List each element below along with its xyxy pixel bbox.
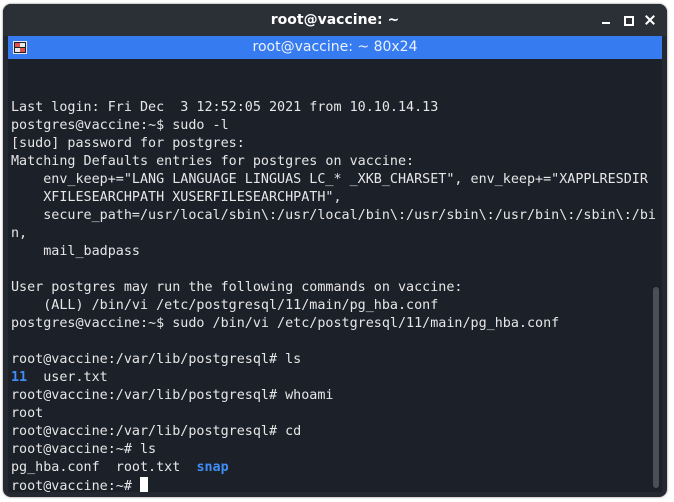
terminal-line: mail_badpass [11,243,656,261]
directory-name: 11 [11,370,28,385]
text-cursor [140,477,148,492]
scrollbar-thumb[interactable] [653,287,659,488]
terminal-text: User postgres may run the following comm… [11,280,463,295]
terminal-line: pg_hba.conf root.txt snap [11,459,656,477]
terminal-line: n, [11,225,656,243]
maximize-icon[interactable] [621,13,635,27]
terminal-line: postgres@vaccine:~$ sudo /bin/vi /etc/po… [11,315,656,333]
terminal-line: XFILESEARCHPATH XUSERFILESEARCHPATH", [11,189,656,207]
terminal-line: root@vaccine:/var/lib/postgresql# cd [11,423,656,441]
terminal-text: XFILESEARCHPATH XUSERFILESEARCHPATH", [11,190,342,205]
terminal-text: env_keep+="LANG LANGUAGE LINGUAS LC_* _X… [11,172,648,187]
terminal-line: secure_path=/usr/local/sbin\:/usr/local/… [11,207,656,225]
directory-name: snap [196,460,229,475]
terminal-line: env_keep+="LANG LANGUAGE LINGUAS LC_* _X… [11,171,656,189]
terminal-text: secure_path=/usr/local/sbin\:/usr/local/… [11,208,656,223]
terminal-line: root [11,405,656,423]
terminal-text: root@vaccine:~# [11,479,140,492]
terminal-text: (ALL) /bin/vi /etc/postgresql/11/main/pg… [11,298,439,313]
terminal-line: (ALL) /bin/vi /etc/postgresql/11/main/pg… [11,297,656,315]
close-icon[interactable] [643,13,657,27]
terminal-line: User postgres may run the following comm… [11,279,656,297]
minimize-icon[interactable] [599,13,613,27]
terminal-text: root@vaccine:/var/lib/postgresql# whoami [11,388,334,403]
terminal-lines: Last login: Fri Dec 3 12:52:05 2021 from… [11,99,656,492]
terminal-text: postgres@vaccine:~$ sudo -l [11,118,229,133]
terminal-text: root@vaccine:~# ls [11,442,157,457]
terminal-text: root@vaccine:/var/lib/postgresql# cd [11,424,302,439]
terminal-line: Last login: Fri Dec 3 12:52:05 2021 from… [11,99,656,117]
terminal-text: Last login: Fri Dec 3 12:52:05 2021 from… [11,100,439,115]
window-title: root@vaccine: ~ [270,12,400,28]
terminal-line: root@vaccine:~# ls [11,441,656,459]
terminal-window: root@vaccine: ~ root@vaccine: ~ 80x24 La… [3,4,667,497]
terminal-text: postgres@vaccine:~$ sudo /bin/vi /etc/po… [11,316,560,331]
terminal-text: user.txt [27,370,108,385]
terminal-line: 11 user.txt [11,369,656,387]
terminal-text: pg_hba.conf root.txt [11,460,197,475]
terminal-text: Matching Defaults entries for postgres o… [11,154,415,169]
terminal-line: root@vaccine:/var/lib/postgresql# ls [11,351,656,369]
tab-title[interactable]: root@vaccine: ~ 80x24 [8,36,662,59]
terminal-text: mail_badpass [11,244,140,259]
terminal-line: postgres@vaccine:~$ sudo -l [11,117,656,135]
terminal-output[interactable]: Last login: Fri Dec 3 12:52:05 2021 from… [8,59,662,492]
terminal-text: n, [11,226,28,241]
terminal-line: Matching Defaults entries for postgres o… [11,153,656,171]
terminal-line: [sudo] password for postgres: [11,135,656,153]
terminal-line: root@vaccine:/var/lib/postgresql# whoami [11,387,656,405]
terminal-text: root [11,406,44,421]
title-bar[interactable]: root@vaccine: ~ [3,4,667,36]
scrollbar[interactable] [652,59,660,492]
tab-bar[interactable]: root@vaccine: ~ 80x24 [8,36,662,59]
terminal-text: [sudo] password for postgres: [11,136,245,151]
terminal-line: root@vaccine:~# [11,477,656,492]
terminal-text: root@vaccine:/var/lib/postgresql# ls [11,352,302,367]
